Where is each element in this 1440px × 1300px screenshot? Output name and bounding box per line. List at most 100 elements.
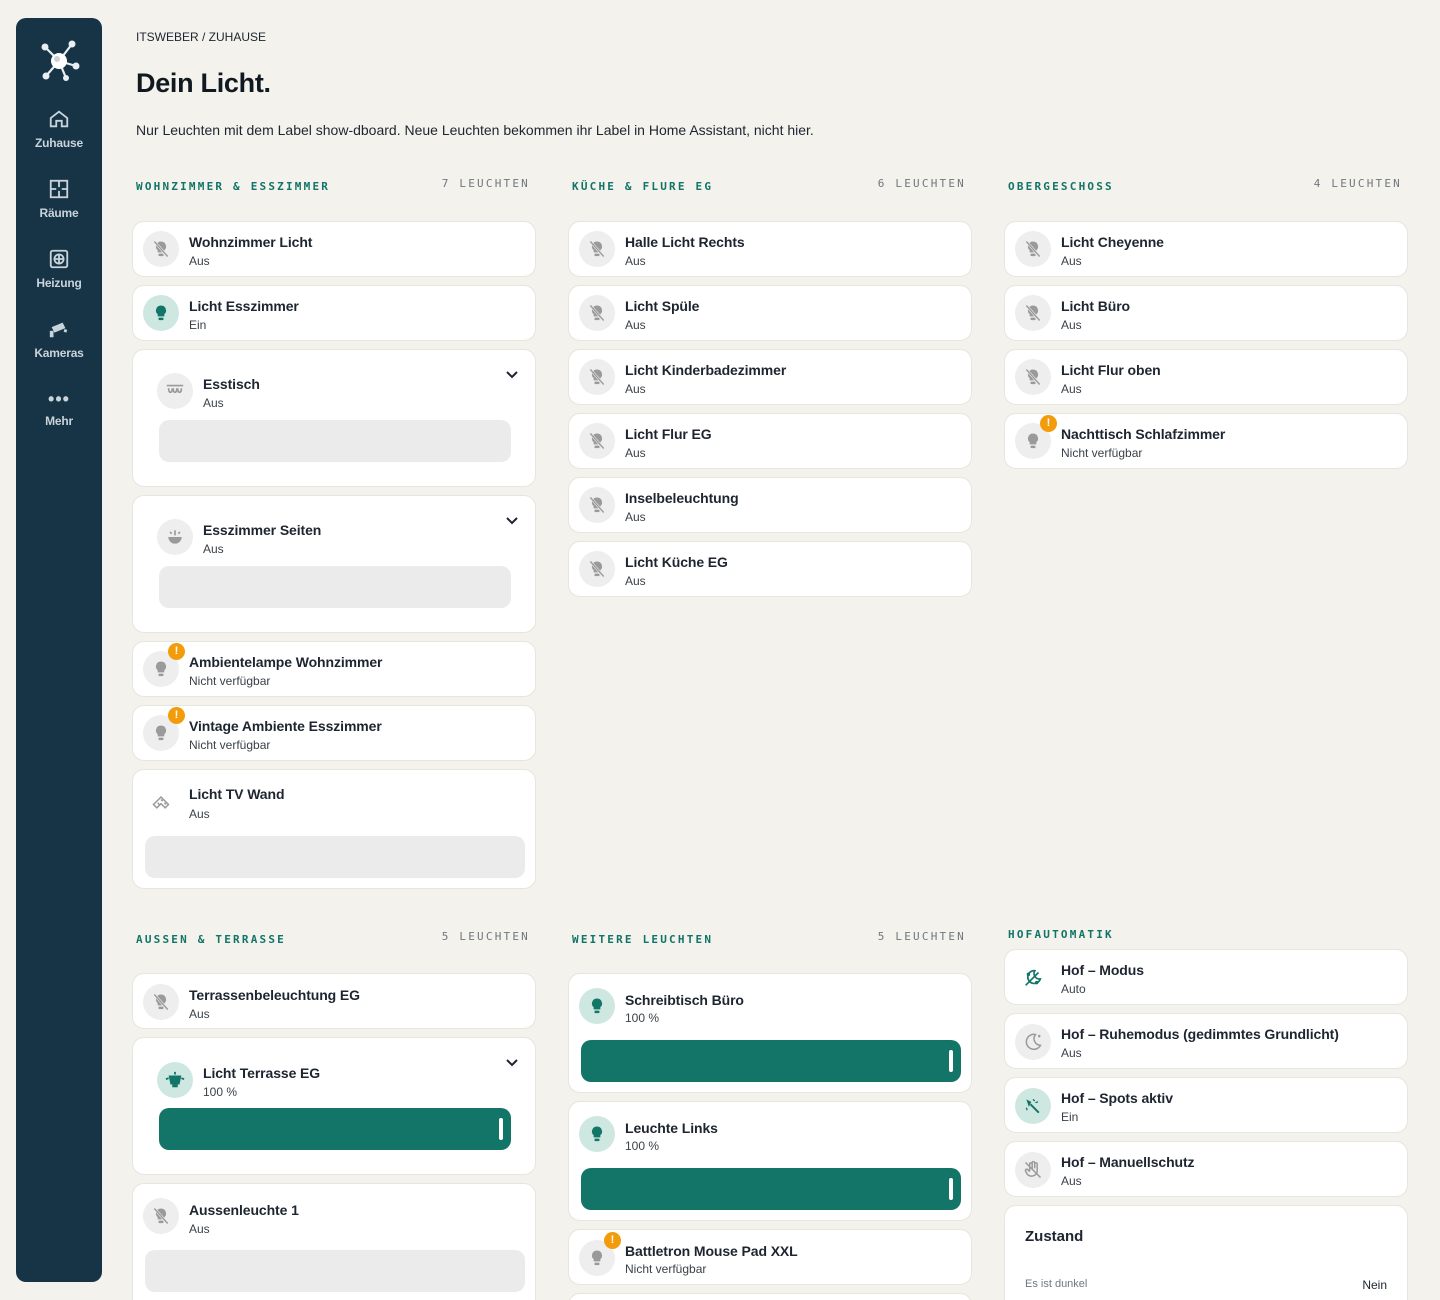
- light-state: Aus: [625, 574, 646, 588]
- heater-icon: [49, 249, 69, 269]
- bulb-off-icon: [579, 231, 615, 267]
- light-name: Esszimmer Seiten: [203, 522, 322, 538]
- chevron-down-icon[interactable]: [505, 370, 519, 380]
- automation-card[interactable]: Hof – Ruhemodus (gedimmtes Grundlicht) A…: [1004, 1013, 1408, 1069]
- light-card[interactable]: Terrassenbeleuchtung EG Aus: [132, 973, 536, 1029]
- bulb-on-icon: [579, 988, 615, 1024]
- light-name: Halle Licht Rechts: [625, 234, 745, 250]
- nav-mehr[interactable]: ••• Mehr: [16, 390, 102, 428]
- light-name: Esstisch: [203, 376, 260, 392]
- section-header-kueche: KÜCHE & FLURE EG 6 LEUCHTEN: [572, 177, 966, 196]
- light-card[interactable]: Licht Flur EG Aus: [568, 413, 972, 469]
- brightness-slider[interactable]: [145, 836, 525, 878]
- light-state: Aus: [1061, 318, 1082, 332]
- chevron-down-icon[interactable]: [505, 1058, 519, 1068]
- camera-icon: [49, 322, 68, 338]
- light-card-partial[interactable]: [568, 1293, 972, 1300]
- brightness-slider[interactable]: [145, 1250, 525, 1292]
- bulb-off-icon: [1015, 359, 1051, 395]
- bulb-off-icon: [1015, 231, 1051, 267]
- brightness-slider[interactable]: [159, 1108, 511, 1150]
- light-card[interactable]: Inselbeleuchtung Aus: [568, 477, 972, 533]
- light-name: Ambientelampe Wohnzimmer: [189, 654, 383, 670]
- light-state: Aus: [189, 1222, 210, 1236]
- nav-label: Mehr: [45, 414, 73, 428]
- section-count: 5 LEUCHTEN: [441, 930, 530, 943]
- section-title: WEITERE LEUCHTEN: [572, 933, 714, 946]
- bulb-warning-icon: !: [579, 1232, 621, 1276]
- light-card[interactable]: Licht Küche EG Aus: [568, 541, 972, 597]
- light-card[interactable]: Licht Esszimmer Ein: [132, 285, 536, 341]
- light-name: Licht Spüle: [625, 298, 700, 314]
- light-card[interactable]: Halle Licht Rechts Aus: [568, 221, 972, 277]
- light-card[interactable]: ! Battletron Mouse Pad XXL Nicht verfügb…: [568, 1229, 972, 1285]
- spotlight-icon: [1015, 1088, 1051, 1124]
- bulb-warning-icon: !: [143, 707, 185, 751]
- brightness-slider[interactable]: [159, 420, 511, 462]
- light-card-expanded[interactable]: Esstisch Aus: [132, 349, 536, 487]
- light-state: Aus: [625, 382, 646, 396]
- bulb-warning-icon: !: [143, 643, 185, 687]
- light-card-expanded[interactable]: Aussenleuchte 1 Aus: [132, 1183, 536, 1300]
- slider-handle[interactable]: [499, 1118, 503, 1140]
- automation-card[interactable]: Hof – Modus Auto: [1004, 949, 1408, 1005]
- light-card[interactable]: Licht Spüle Aus: [568, 285, 972, 341]
- light-name: Battletron Mouse Pad XXL: [625, 1243, 798, 1259]
- nav-label: Räume: [39, 206, 79, 220]
- chevron-down-icon[interactable]: [505, 516, 519, 526]
- light-card[interactable]: ! Vintage Ambiente Esszimmer Nicht verfü…: [132, 705, 536, 761]
- light-name: Licht Flur EG: [625, 426, 712, 442]
- ceiling-light-icon: [157, 519, 193, 555]
- slider-handle[interactable]: [949, 1050, 953, 1072]
- bulb-on-icon: [143, 295, 179, 331]
- light-name: Licht Büro: [1061, 298, 1130, 314]
- automation-card[interactable]: Hof – Manuellschutz Aus: [1004, 1141, 1408, 1197]
- automation-state: Aus: [1061, 1174, 1082, 1188]
- brightness-slider[interactable]: [581, 1040, 961, 1082]
- section-count: 6 LEUCHTEN: [877, 177, 966, 190]
- light-card[interactable]: Licht Büro Aus: [1004, 285, 1408, 341]
- section-count: 7 LEUCHTEN: [441, 177, 530, 190]
- light-card[interactable]: Licht Kinderbadezimmer Aus: [568, 349, 972, 405]
- light-card-expanded[interactable]: Licht TV Wand Aus: [132, 769, 536, 889]
- light-card-expanded[interactable]: Schreibtisch Büro 100 %: [568, 973, 972, 1093]
- automation-state: Aus: [1061, 1046, 1082, 1060]
- light-card[interactable]: ! Nachttisch Schlafzimmer Nicht verfügba…: [1004, 413, 1408, 469]
- nav-heizung[interactable]: Heizung: [16, 248, 102, 290]
- light-card-expanded[interactable]: Esszimmer Seiten Aus: [132, 495, 536, 633]
- light-state: Nicht verfügbar: [625, 1262, 707, 1276]
- light-state: 100 %: [625, 1139, 660, 1153]
- nav-kameras[interactable]: Kameras: [16, 318, 102, 360]
- nav-label: Kameras: [34, 346, 84, 360]
- light-name: Licht Kinderbadezimmer: [625, 362, 787, 378]
- light-state: 100 %: [625, 1011, 660, 1025]
- light-state: Aus: [189, 807, 210, 821]
- page-title: Dein Licht.: [136, 68, 271, 98]
- led-strip-icon: [143, 784, 179, 820]
- section-header-weitere: WEITERE LEUCHTEN 5 LEUCHTEN: [572, 930, 966, 949]
- brightness-slider[interactable]: [159, 566, 511, 608]
- slider-handle[interactable]: [949, 1178, 953, 1200]
- light-card[interactable]: Wohnzimmer Licht Aus: [132, 221, 536, 277]
- automation-name: Hof – Manuellschutz: [1061, 1154, 1195, 1170]
- light-card-expanded[interactable]: Leuchte Links 100 %: [568, 1101, 972, 1221]
- light-state: Nicht verfügbar: [1061, 446, 1143, 460]
- light-card[interactable]: Licht Cheyenne Aus: [1004, 221, 1408, 277]
- sidebar: Zuhause Räume Heizung Kameras ••• Mehr: [16, 18, 102, 1282]
- light-state: Aus: [625, 446, 646, 460]
- hub-logo-icon[interactable]: [36, 38, 82, 84]
- automation-card[interactable]: Hof – Spots aktiv Ein: [1004, 1077, 1408, 1133]
- light-card-expanded[interactable]: Licht Terrasse EG 100 %: [132, 1037, 536, 1175]
- light-card[interactable]: Licht Flur oben Aus: [1004, 349, 1408, 405]
- nav-raeume[interactable]: Räume: [16, 178, 102, 220]
- floorplan-icon: [49, 179, 69, 199]
- automation-name: Hof – Spots aktiv: [1061, 1090, 1173, 1106]
- nav-label: Zuhause: [35, 136, 83, 150]
- light-card[interactable]: ! Ambientelampe Wohnzimmer Nicht verfügb…: [132, 641, 536, 697]
- zustand-row-value: Nein: [1362, 1278, 1387, 1292]
- warning-badge: !: [168, 707, 185, 724]
- warning-badge: !: [1040, 415, 1057, 432]
- brightness-slider[interactable]: [581, 1168, 961, 1210]
- section-count: 5 LEUCHTEN: [877, 930, 966, 943]
- nav-zuhause[interactable]: Zuhause: [16, 108, 102, 150]
